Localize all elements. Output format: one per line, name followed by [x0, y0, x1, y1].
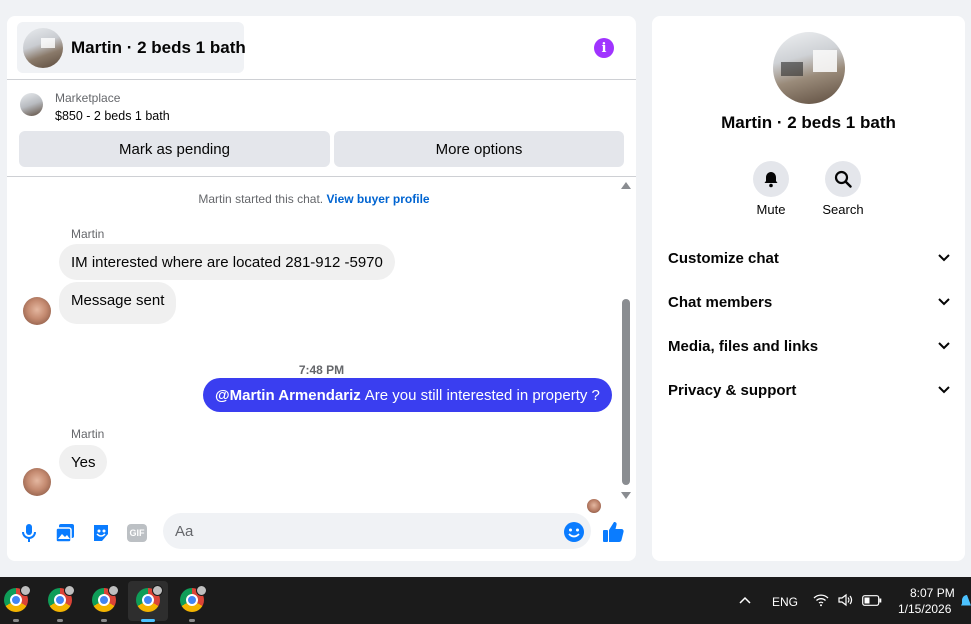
mention-link[interactable]: @Martin Armendariz [215, 387, 361, 404]
chat-members-section[interactable]: Chat members [668, 290, 950, 314]
chevron-down-icon [938, 298, 950, 306]
message-composer: GIF [7, 508, 636, 561]
mute-button[interactable]: Mute [741, 161, 801, 217]
message-list: Martin started this chat. View buyer pro… [7, 178, 636, 513]
view-buyer-profile-link[interactable]: View buyer profile [326, 192, 429, 206]
customize-chat-section[interactable]: Customize chat [668, 246, 950, 270]
chat-header: Martin · 2 beds 1 bath i [7, 16, 636, 80]
media-files-links-section[interactable]: Media, files and links [668, 334, 950, 358]
chat-started-notice: Martin started this chat. View buyer pro… [7, 192, 621, 206]
chrome-icon[interactable] [48, 585, 75, 612]
taskbar-indicator [101, 619, 107, 622]
taskbar-indicator [13, 619, 19, 622]
listing-price-title[interactable]: $850 - 2 beds 1 bath [55, 109, 170, 123]
chat-title: Martin · 2 beds 1 bath [71, 37, 246, 57]
scroll-up-arrow-icon[interactable] [621, 182, 631, 189]
chevron-down-icon [938, 386, 950, 394]
chrome-icon[interactable] [180, 585, 207, 612]
section-label: Privacy & support [668, 381, 797, 399]
conversation-info-panel: Martin · 2 beds 1 bath Mute Search Custo… [652, 16, 965, 561]
chevron-up-icon[interactable] [739, 596, 751, 604]
chat-title-button[interactable]: Martin · 2 beds 1 bath [17, 22, 246, 73]
battery-icon[interactable] [862, 595, 882, 606]
search-label: Search [822, 202, 864, 217]
sticker-icon[interactable] [90, 522, 112, 544]
sender-avatar[interactable] [23, 297, 51, 325]
chrome-icon[interactable] [92, 585, 119, 612]
outgoing-message[interactable]: @Martin Armendariz Are you still interes… [203, 378, 612, 412]
emoji-icon[interactable] [563, 521, 585, 548]
volume-icon[interactable] [837, 593, 853, 607]
message-text: Are you still interested in property ? [364, 386, 600, 404]
bell-icon [753, 161, 789, 197]
windows-taskbar: ENG 8:07 PM 1/15/2026 [0, 577, 971, 624]
section-label: Customize chat [668, 249, 779, 267]
mute-label: Mute [756, 202, 786, 217]
search-icon [825, 161, 861, 197]
taskbar-indicator-active [141, 619, 155, 622]
thumbs-up-icon[interactable] [601, 520, 625, 549]
listing-photo[interactable] [773, 32, 845, 104]
incoming-message[interactable]: Yes [59, 445, 108, 479]
scroll-down-arrow-icon[interactable] [621, 492, 631, 499]
message-text: Yes [71, 453, 96, 471]
section-label: Media, files and links [668, 337, 819, 355]
photo-icon[interactable] [54, 522, 76, 544]
marketplace-label: Marketplace [55, 91, 121, 105]
listing-thumbnail[interactable] [20, 93, 43, 116]
listing-avatar [23, 27, 63, 68]
incoming-message[interactable]: Message sent [59, 282, 177, 324]
taskbar-indicator [57, 619, 63, 622]
section-label: Chat members [668, 293, 773, 311]
gif-label: GIF [127, 524, 147, 542]
scrollbar-thumb[interactable] [622, 299, 630, 485]
message-sender: Martin [71, 227, 105, 241]
chat-started-text: Martin started this chat. [198, 192, 324, 206]
mark-as-pending-button[interactable]: Mark as pending [19, 131, 330, 167]
message-timestamp: 7:48 PM [298, 363, 345, 377]
clock-date[interactable]: 1/15/2026 [898, 602, 951, 616]
taskbar-indicator [189, 619, 195, 622]
language-indicator[interactable]: ENG [772, 595, 798, 609]
chat-panel: Martin · 2 beds 1 bath i Marketplace $85… [7, 16, 636, 561]
message-input[interactable] [163, 513, 591, 549]
message-sender: Martin [71, 427, 105, 441]
chrome-icon[interactable] [4, 585, 31, 612]
wifi-icon[interactable] [813, 593, 829, 607]
info-icon[interactable]: i [594, 38, 614, 58]
message-text: IM interested where are located 281-912 … [71, 253, 383, 271]
gif-icon[interactable]: GIF [126, 522, 148, 544]
sender-avatar[interactable] [23, 468, 51, 496]
privacy-support-section[interactable]: Privacy & support [668, 378, 950, 402]
more-options-button[interactable]: More options [334, 131, 624, 167]
chrome-icon[interactable] [136, 585, 163, 612]
microphone-icon[interactable] [18, 522, 40, 544]
clock-time[interactable]: 8:07 PM [910, 586, 955, 600]
chevron-down-icon [938, 254, 950, 262]
listing-card: Marketplace $850 - 2 beds 1 bath Mark as… [7, 80, 636, 177]
message-text: Message sent [71, 291, 165, 309]
info-panel-title: Martin · 2 beds 1 bath [721, 113, 896, 132]
search-button[interactable]: Search [813, 161, 873, 217]
incoming-message[interactable]: IM interested where are located 281-912 … [59, 244, 395, 280]
chevron-down-icon [938, 342, 950, 350]
scrollbar[interactable] [621, 182, 631, 500]
notification-bell-icon[interactable] [961, 593, 971, 609]
